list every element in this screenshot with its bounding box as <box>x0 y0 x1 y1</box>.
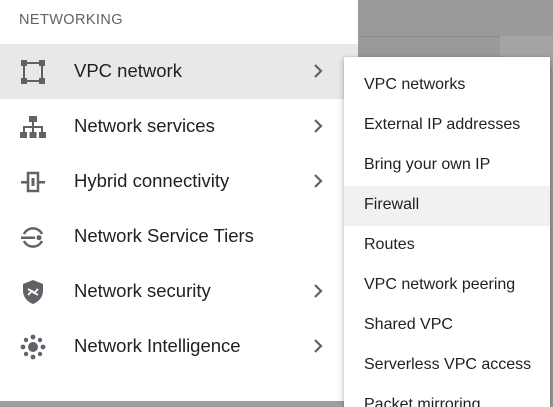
submenu-item-bring-your-own-ip[interactable]: Bring your own IP <box>344 146 550 186</box>
submenu-item-label: Serverless VPC access <box>364 356 532 373</box>
submenu-item-vpc-network-peering[interactable]: VPC network peering <box>344 266 550 306</box>
nav-item-label: Network Intelligence <box>74 335 241 356</box>
submenu-item-label: Firewall <box>364 196 420 213</box>
hybrid-connectivity-icon <box>21 171 45 193</box>
submenu-item-routes[interactable]: Routes <box>344 226 550 266</box>
vpc-network-submenu: VPC networks External IP addresses Bring… <box>344 57 550 407</box>
submenu-item-serverless-vpc-access[interactable]: Serverless VPC access <box>344 346 550 386</box>
network-intelligence-icon <box>20 334 46 360</box>
submenu-item-label: Packet mirroring <box>364 396 481 407</box>
vpc-network-icon <box>21 60 45 84</box>
submenu-item-label: Bring your own IP <box>364 156 491 173</box>
submenu-item-label: External IP addresses <box>364 116 521 133</box>
submenu-item-firewall[interactable]: Firewall <box>344 186 550 226</box>
submenu-item-label: VPC network peering <box>364 276 516 293</box>
nav-item-label: Network security <box>74 280 211 301</box>
chevron-right-icon <box>314 284 323 298</box>
nav-item-network-services[interactable]: Network services <box>0 99 358 154</box>
nav-item-hybrid-connectivity[interactable]: Hybrid connectivity <box>0 154 358 209</box>
nav-item-label: Network services <box>74 115 215 136</box>
chevron-right-icon <box>314 339 323 353</box>
nav-item-label: VPC network <box>74 60 182 81</box>
network-security-icon <box>23 280 43 304</box>
submenu-item-shared-vpc[interactable]: Shared VPC <box>344 306 550 346</box>
nav-item-network-security[interactable]: Network security <box>0 264 358 319</box>
nav-item-label: Hybrid connectivity <box>74 170 230 191</box>
navigation-menu: NETWORKING VPC network Network services … <box>0 0 358 401</box>
nav-item-label: Network Service Tiers <box>74 225 254 246</box>
chevron-right-icon <box>314 64 323 78</box>
network-services-icon <box>20 116 46 138</box>
chevron-right-icon <box>314 174 323 188</box>
network-service-tiers-icon <box>21 227 44 248</box>
submenu-item-label: VPC networks <box>364 76 466 93</box>
submenu-item-label: Routes <box>364 236 415 253</box>
chevron-right-icon <box>314 119 323 133</box>
submenu-item-external-ip-addresses[interactable]: External IP addresses <box>344 106 550 146</box>
submenu-item-vpc-networks[interactable]: VPC networks <box>344 66 550 106</box>
section-header: NETWORKING <box>19 12 123 28</box>
nav-item-network-intelligence[interactable]: Network Intelligence <box>0 319 358 374</box>
nav-item-vpc-network[interactable]: VPC network <box>0 44 358 99</box>
nav-item-network-service-tiers[interactable]: Network Service Tiers <box>0 209 358 264</box>
submenu-item-packet-mirroring[interactable]: Packet mirroring <box>344 386 550 407</box>
submenu-item-label: Shared VPC <box>364 316 453 333</box>
